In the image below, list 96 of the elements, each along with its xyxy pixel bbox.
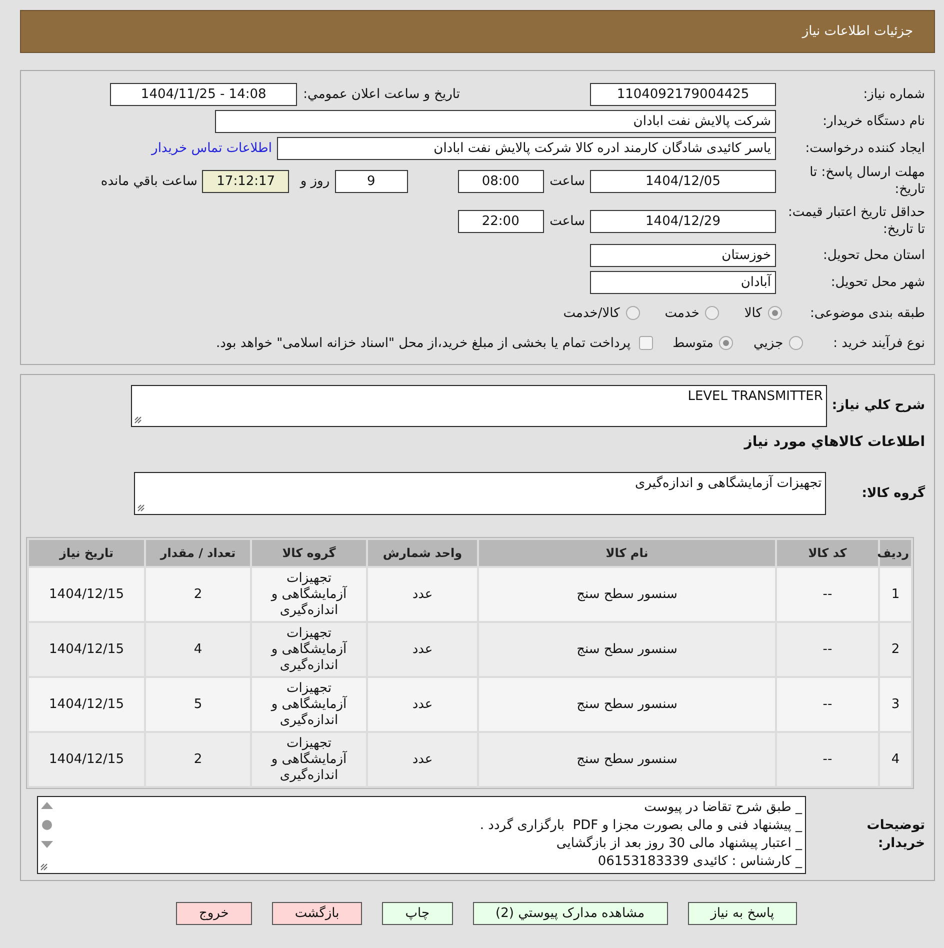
field-label: مهلت ارسال پاسخ: تا تاریخ:: [808, 164, 925, 198]
unit-cell: عدد: [368, 568, 477, 621]
resize-grip-icon[interactable]: [134, 416, 142, 424]
time-left-field[interactable]: 17:12:17: [202, 170, 290, 192]
item-name-cell: سنسور سطح سنج: [479, 623, 775, 676]
column-header: نام کالا: [479, 540, 775, 566]
checkbox[interactable]: [638, 336, 653, 350]
option-label: کالا: [744, 306, 762, 320]
unit-cell: عدد: [368, 733, 477, 786]
deadline-date-field[interactable]: 1404/12/05: [590, 170, 776, 192]
radio-button[interactable]: [719, 336, 734, 350]
resize-grip-icon[interactable]: [137, 504, 145, 512]
field-label: توضیحات خریدار:: [866, 817, 925, 853]
days-label: روز و: [300, 174, 330, 188]
field-label: حداقل تاریخ اعتبار قیمت: تا تاریخ:: [786, 204, 925, 238]
column-header: تعداد / مقدار: [146, 540, 250, 566]
buyer-notes-text: _ طبق شرح تقاضا در پیوست _ پیشنهاد فنی و مالی بصورت مجزا و PDF بارگزاری گردد . _ اعتبار پیشنهاد مالی 30 روز بعد از بازگشایی _ کارشناس : کائیدی 06153183339: [478, 799, 802, 871]
item-name-cell: سنسور سطح سنج: [479, 733, 775, 786]
action-button[interactable]: چاپ: [382, 902, 452, 925]
scrollbar-thumb[interactable]: [42, 820, 52, 830]
requester-field[interactable]: یاسر کائیدی شادگان کارمند ادره کالا شرکت پالایش نفت ابادان: [277, 137, 776, 160]
scroll-down-icon[interactable]: [41, 841, 53, 848]
action-button[interactable]: مشاهده مدارک پیوستي (2): [472, 902, 668, 925]
section-title: اطلاعات كالاهاي مورد نیاز: [742, 433, 925, 452]
item-code-cell: --: [777, 568, 878, 621]
radio-button[interactable]: [626, 306, 640, 320]
goods-group-cell: تجهیزات آزمایشگاهی و اندازه‌گیری: [252, 678, 366, 731]
announcement-date-field[interactable]: 1404/11/25 - 14:08: [110, 83, 298, 106]
item-name-cell: سنسور سطح سنج: [479, 568, 775, 621]
column-header: تاریخ نیاز: [29, 540, 144, 566]
option-label: کالا/خدمت: [563, 306, 620, 320]
column-header: واحد شمارش: [368, 540, 477, 566]
goods-group-cell: تجهیزات آزمایشگاهی و اندازه‌گیری: [252, 733, 366, 786]
action-button[interactable]: بازگشت: [272, 902, 362, 925]
resize-grip-icon[interactable]: [40, 863, 48, 871]
field-label: تاریخ و ساعت اعلان عمومي:: [303, 87, 460, 102]
field-label: استان محل تحویل:: [822, 247, 925, 264]
action-button[interactable]: پاسخ به نیاز: [688, 902, 798, 925]
option-label: متوسط: [672, 336, 714, 350]
row-number-cell: 3: [880, 678, 911, 731]
column-header: گروه کالا: [252, 540, 366, 566]
time-label: ساعت: [550, 214, 585, 228]
goods-group-cell: تجهیزات آزمایشگاهی و اندازه‌گیری: [252, 623, 366, 676]
quantity-cell: 4: [146, 623, 250, 676]
need-date-cell: 1404/12/15: [29, 678, 144, 731]
row-number-cell: 1: [880, 568, 911, 621]
item-code-cell: --: [777, 678, 878, 731]
need-date-cell: 1404/12/15: [29, 623, 144, 676]
need-date-cell: 1404/12/15: [29, 568, 144, 621]
validity-date-field[interactable]: 1404/12/29: [590, 210, 776, 232]
item-code-cell: --: [777, 623, 878, 676]
field-label: شماره نیاز:: [862, 86, 925, 103]
field-label: شرح كلي نیاز:: [832, 397, 925, 415]
need-date-cell: 1404/12/15: [29, 733, 144, 786]
time-label: ساعت: [550, 174, 585, 188]
item-code-cell: --: [777, 733, 878, 786]
validity-time-field[interactable]: 22:00: [458, 210, 544, 232]
field-label: گروه کالا:: [862, 484, 925, 502]
action-button[interactable]: خروج: [176, 902, 252, 925]
quantity-cell: 2: [146, 568, 250, 621]
option-label: خدمت: [664, 306, 700, 320]
province-field[interactable]: خوزستان: [590, 244, 776, 267]
page-title: جزئیات اطلاعات نیاز: [802, 24, 913, 39]
unit-cell: عدد: [368, 623, 477, 676]
field-label: نام دستگاه خریدار:: [822, 113, 925, 130]
radio-button[interactable]: [768, 306, 782, 320]
radio-button[interactable]: [705, 306, 720, 320]
buyer-organization-field[interactable]: شرکت پالایش نفت ابادان: [215, 110, 776, 133]
quantity-cell: 5: [146, 678, 250, 731]
summary-text: LEVEL TRANSMITTER: [688, 388, 823, 405]
quantity-cell: 2: [146, 733, 250, 786]
unit-cell: عدد: [368, 678, 477, 731]
deadline-time-field[interactable]: 08:00: [458, 170, 544, 192]
goods-group-text: تجهیزات آزمایشگاهی و اندازه‌گیری: [635, 475, 822, 492]
field-label: طبقه بندی موضوعی:: [810, 306, 925, 320]
buyer-contact-link[interactable]: اطلاعات تماس خریدار: [152, 141, 272, 156]
row-number-cell: 4: [880, 733, 911, 786]
time-left-label: ساعت باقي مانده: [100, 174, 198, 188]
need-number-field[interactable]: 1104092179004425: [590, 83, 776, 106]
option-label: جزيي: [753, 336, 784, 350]
field-label: ایجاد کننده درخواست:: [804, 140, 925, 157]
buyer-notes-textarea[interactable]: _ طبق شرح تقاضا در پیوست _ پیشنهاد فنی و مالی بصورت مجزا و PDF بارگزاری گردد . _ اعتبار پیشنهاد مالی 30 روز بعد از بازگشایی _ کارشناس : کائیدی 06153183339: [37, 796, 806, 874]
summary-textarea[interactable]: LEVEL TRANSMITTER: [131, 385, 827, 427]
checkbox-label: پرداخت تمام یا بخشی از مبلغ خرید،از محل "اسناد خزانه اسلامی" خواهد بود.: [216, 336, 631, 350]
column-header: ردیف: [880, 540, 911, 566]
goods-group-cell: تجهیزات آزمایشگاهی و اندازه‌گیری: [252, 568, 366, 621]
column-header: کد کالا: [777, 540, 878, 566]
scroll-up-icon[interactable]: [41, 802, 53, 809]
row-number-cell: 2: [880, 623, 911, 676]
radio-button[interactable]: [789, 336, 804, 350]
days-left-field[interactable]: 9: [334, 170, 408, 192]
field-label: نوع فرآیند خرید :: [833, 336, 925, 350]
goods-group-textarea[interactable]: تجهیزات آزمایشگاهی و اندازه‌گیری: [134, 472, 826, 515]
item-name-cell: سنسور سطح سنج: [479, 678, 775, 731]
city-field[interactable]: آبادان: [590, 271, 776, 294]
field-label: شهر محل تحویل:: [830, 274, 925, 291]
